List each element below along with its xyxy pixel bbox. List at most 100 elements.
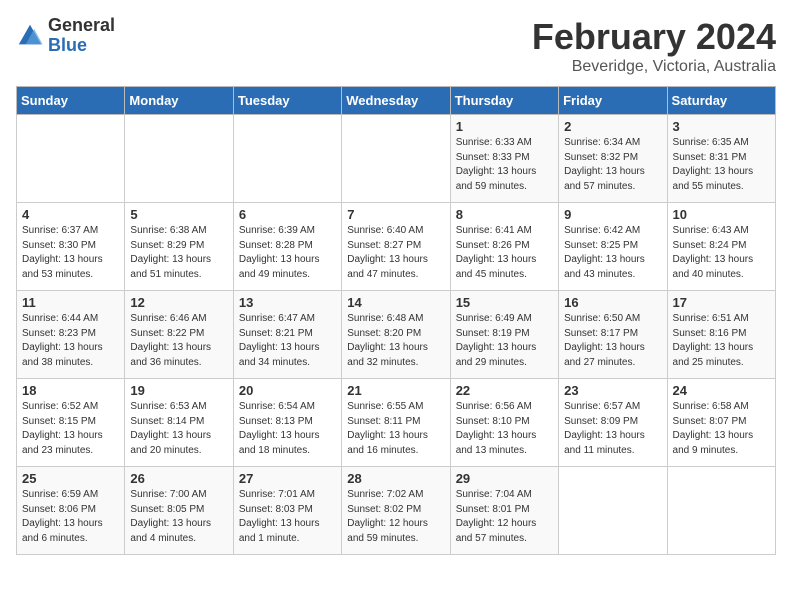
cell-sun-info: Sunrise: 6:58 AMSunset: 8:07 PMDaylight:…	[673, 400, 770, 458]
weekday-header-saturday: Saturday	[667, 87, 775, 115]
calendar-cell: 19Sunrise: 6:53 AMSunset: 8:14 PMDayligh…	[125, 379, 233, 467]
page-header: General Blue February 2024 Beveridge, Vi…	[16, 16, 776, 76]
cell-sun-info: Sunrise: 6:34 AMSunset: 8:32 PMDaylight:…	[564, 136, 661, 194]
weekday-header-sunday: Sunday	[17, 87, 125, 115]
cell-sun-info: Sunrise: 6:44 AMSunset: 8:23 PMDaylight:…	[22, 312, 119, 370]
day-number: 11	[22, 295, 119, 310]
calendar-cell: 23Sunrise: 6:57 AMSunset: 8:09 PMDayligh…	[559, 379, 667, 467]
calendar-cell: 8 Sunrise: 6:41 AMSunset: 8:26 PMDaylight…	[450, 203, 558, 291]
calendar-cell	[125, 115, 233, 203]
day-number: 7	[347, 207, 444, 222]
cell-sun-info: Sunrise: 6:41 AMSunset: 8:26 PMDaylight:…	[456, 224, 553, 282]
day-number: 12	[130, 295, 227, 310]
cell-sun-info: Sunrise: 6:51 AMSunset: 8:16 PMDaylight:…	[673, 312, 770, 370]
cell-sun-info: Sunrise: 6:37 AMSunset: 8:30 PMDaylight:…	[22, 224, 119, 282]
calendar-week-row: 11 Sunrise: 6:44 AMSunset: 8:23 PMDayligh…	[17, 291, 776, 379]
calendar-cell	[17, 115, 125, 203]
weekday-header-monday: Monday	[125, 87, 233, 115]
day-number: 27	[239, 471, 336, 486]
calendar-cell: 29 Sunrise: 7:04 AMSunset: 8:01 PMDayligh…	[450, 467, 558, 555]
day-number: 25	[22, 471, 119, 486]
calendar-cell: 6 Sunrise: 6:39 AMSunset: 8:28 PMDaylight…	[233, 203, 341, 291]
month-year-title: February 2024	[532, 16, 776, 58]
calendar-cell: 2 Sunrise: 6:34 AMSunset: 8:32 PMDaylight…	[559, 115, 667, 203]
weekday-header-friday: Friday	[559, 87, 667, 115]
logo: General Blue	[16, 16, 115, 56]
day-number: 14	[347, 295, 444, 310]
logo-text: General Blue	[48, 16, 115, 56]
calendar-cell: 24 Sunrise: 6:58 AMSunset: 8:07 PMDayligh…	[667, 379, 775, 467]
cell-sun-info: Sunrise: 6:43 AMSunset: 8:24 PMDaylight:…	[673, 224, 770, 282]
cell-sun-info: Sunrise: 6:52 AMSunset: 8:15 PMDaylight:…	[22, 400, 119, 458]
day-number: 5	[130, 207, 227, 222]
day-number: 4	[22, 207, 119, 222]
calendar-cell	[233, 115, 341, 203]
cell-sun-info: Sunrise: 6:40 AMSunset: 8:27 PMDaylight:…	[347, 224, 444, 282]
cell-sun-info: Sunrise: 6:38 AMSunset: 8:29 PMDaylight:…	[130, 224, 227, 282]
day-number: 17	[673, 295, 770, 310]
cell-sun-info: Sunrise: 6:46 AMSunset: 8:22 PMDaylight:…	[130, 312, 227, 370]
cell-sun-info: Sunrise: 6:42 AMSunset: 8:25 PMDaylight:…	[564, 224, 661, 282]
calendar-cell: 14Sunrise: 6:48 AMSunset: 8:20 PMDayligh…	[342, 291, 450, 379]
cell-sun-info: Sunrise: 7:04 AMSunset: 8:01 PMDaylight:…	[456, 488, 553, 546]
cell-sun-info: Sunrise: 7:00 AMSunset: 8:05 PMDaylight:…	[130, 488, 227, 546]
calendar-cell: 15Sunrise: 6:49 AMSunset: 8:19 PMDayligh…	[450, 291, 558, 379]
day-number: 10	[673, 207, 770, 222]
day-number: 21	[347, 383, 444, 398]
calendar-cell	[667, 467, 775, 555]
day-number: 19	[130, 383, 227, 398]
calendar-cell	[559, 467, 667, 555]
cell-sun-info: Sunrise: 6:35 AMSunset: 8:31 PMDaylight:…	[673, 136, 770, 194]
day-number: 24	[673, 383, 770, 398]
weekday-header-thursday: Thursday	[450, 87, 558, 115]
weekday-header-wednesday: Wednesday	[342, 87, 450, 115]
calendar-cell: 17 Sunrise: 6:51 AMSunset: 8:16 PMDayligh…	[667, 291, 775, 379]
weekday-header-tuesday: Tuesday	[233, 87, 341, 115]
cell-sun-info: Sunrise: 6:33 AMSunset: 8:33 PMDaylight:…	[456, 136, 553, 194]
day-number: 20	[239, 383, 336, 398]
day-number: 8	[456, 207, 553, 222]
cell-sun-info: Sunrise: 6:54 AMSunset: 8:13 PMDaylight:…	[239, 400, 336, 458]
cell-sun-info: Sunrise: 6:59 AMSunset: 8:06 PMDaylight:…	[22, 488, 119, 546]
day-number: 29	[456, 471, 553, 486]
day-number: 16	[564, 295, 661, 310]
calendar-cell: 16 Sunrise: 6:50 AMSunset: 8:17 PMDayligh…	[559, 291, 667, 379]
calendar-cell: 3 Sunrise: 6:35 AMSunset: 8:31 PMDaylight…	[667, 115, 775, 203]
calendar-cell: 27 Sunrise: 7:01 AMSunset: 8:03 PMDayligh…	[233, 467, 341, 555]
day-number: 9	[564, 207, 661, 222]
calendar-cell: 13 Sunrise: 6:47 AMSunset: 8:21 PMDayligh…	[233, 291, 341, 379]
weekday-header-row: SundayMondayTuesdayWednesdayThursdayFrid…	[17, 87, 776, 115]
day-number: 23	[564, 383, 661, 398]
day-number: 6	[239, 207, 336, 222]
calendar-cell: 26Sunrise: 7:00 AMSunset: 8:05 PMDayligh…	[125, 467, 233, 555]
calendar-cell	[342, 115, 450, 203]
calendar-cell: 1Sunrise: 6:33 AMSunset: 8:33 PMDaylight…	[450, 115, 558, 203]
calendar-cell: 21Sunrise: 6:55 AMSunset: 8:11 PMDayligh…	[342, 379, 450, 467]
calendar-cell: 12 Sunrise: 6:46 AMSunset: 8:22 PMDayligh…	[125, 291, 233, 379]
day-number: 28	[347, 471, 444, 486]
calendar-cell: 10 Sunrise: 6:43 AMSunset: 8:24 PMDayligh…	[667, 203, 775, 291]
day-number: 13	[239, 295, 336, 310]
calendar-cell: 18Sunrise: 6:52 AMSunset: 8:15 PMDayligh…	[17, 379, 125, 467]
calendar-week-row: 1Sunrise: 6:33 AMSunset: 8:33 PMDaylight…	[17, 115, 776, 203]
calendar-week-row: 25 Sunrise: 6:59 AMSunset: 8:06 PMDayligh…	[17, 467, 776, 555]
calendar-week-row: 4 Sunrise: 6:37 AMSunset: 8:30 PMDaylight…	[17, 203, 776, 291]
day-number: 3	[673, 119, 770, 134]
calendar-cell: 9 Sunrise: 6:42 AMSunset: 8:25 PMDaylight…	[559, 203, 667, 291]
day-number: 15	[456, 295, 553, 310]
cell-sun-info: Sunrise: 6:56 AMSunset: 8:10 PMDaylight:…	[456, 400, 553, 458]
cell-sun-info: Sunrise: 6:50 AMSunset: 8:17 PMDaylight:…	[564, 312, 661, 370]
calendar-cell: 7 Sunrise: 6:40 AMSunset: 8:27 PMDaylight…	[342, 203, 450, 291]
calendar-cell: 20 Sunrise: 6:54 AMSunset: 8:13 PMDayligh…	[233, 379, 341, 467]
calendar-cell: 25 Sunrise: 6:59 AMSunset: 8:06 PMDayligh…	[17, 467, 125, 555]
title-block: February 2024 Beveridge, Victoria, Austr…	[532, 16, 776, 76]
calendar-cell: 11 Sunrise: 6:44 AMSunset: 8:23 PMDayligh…	[17, 291, 125, 379]
cell-sun-info: Sunrise: 7:01 AMSunset: 8:03 PMDaylight:…	[239, 488, 336, 546]
cell-sun-info: Sunrise: 6:39 AMSunset: 8:28 PMDaylight:…	[239, 224, 336, 282]
calendar-cell: 4 Sunrise: 6:37 AMSunset: 8:30 PMDaylight…	[17, 203, 125, 291]
day-number: 2	[564, 119, 661, 134]
calendar-table: SundayMondayTuesdayWednesdayThursdayFrid…	[16, 86, 776, 555]
calendar-week-row: 18Sunrise: 6:52 AMSunset: 8:15 PMDayligh…	[17, 379, 776, 467]
cell-sun-info: Sunrise: 6:47 AMSunset: 8:21 PMDaylight:…	[239, 312, 336, 370]
logo-icon	[16, 22, 44, 50]
